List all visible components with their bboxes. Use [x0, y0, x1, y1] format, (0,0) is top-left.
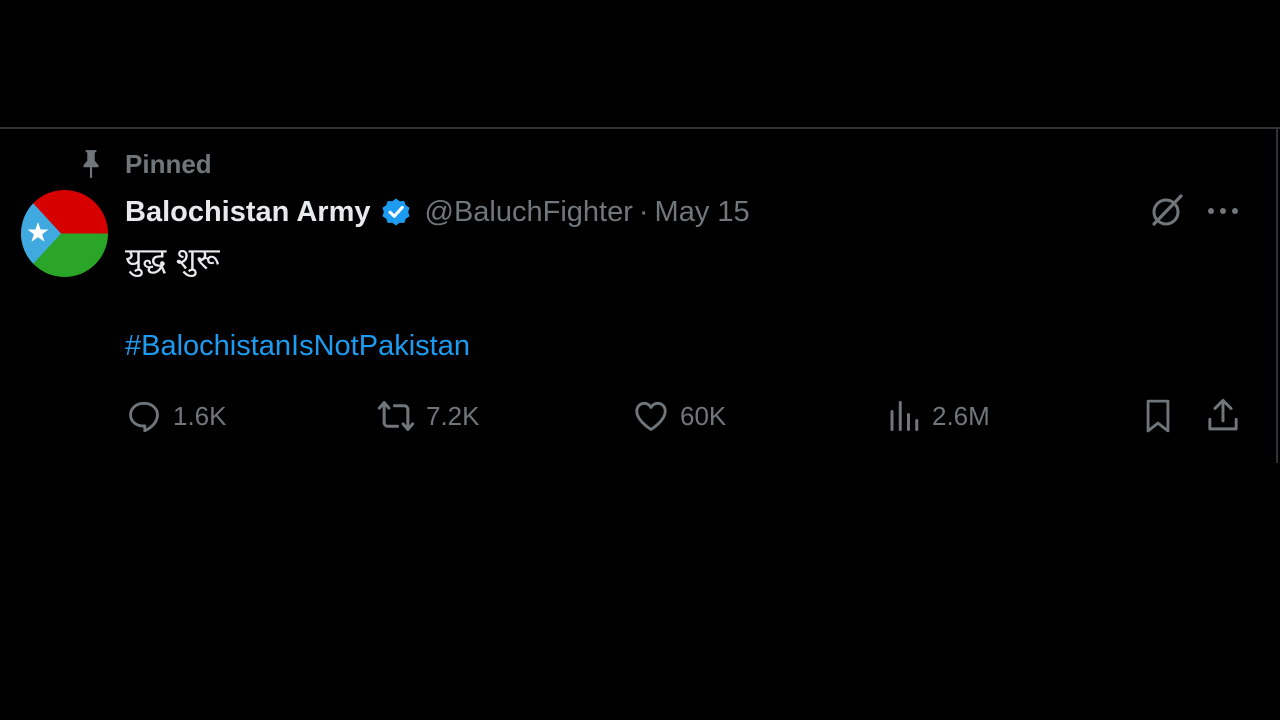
views-button[interactable]: 2.6M: [886, 396, 990, 436]
avatar[interactable]: [21, 190, 108, 277]
like-icon: [635, 401, 667, 431]
reply-icon: [129, 401, 159, 433]
repost-icon: [377, 401, 415, 431]
pinned-label: Pinned: [125, 149, 212, 179]
reply-count: 1.6K: [173, 401, 227, 431]
like-count: 60K: [680, 401, 727, 431]
verified-badge-icon[interactable]: [379, 195, 413, 229]
tweet-date[interactable]: May 15: [655, 194, 750, 230]
repost-count: 7.2K: [426, 401, 480, 431]
more-icon[interactable]: [1204, 198, 1242, 224]
author-handle[interactable]: @BaluchFighter: [425, 194, 633, 230]
grok-icon[interactable]: [1148, 192, 1186, 230]
author-display-name[interactable]: Balochistan Army: [125, 194, 371, 230]
reply-button[interactable]: 1.6K: [125, 396, 227, 436]
pin-icon: [83, 150, 99, 178]
timeline-border: [1276, 128, 1278, 463]
views-icon: [890, 401, 919, 431]
repost-button[interactable]: 7.2K: [376, 396, 480, 436]
bookmark-icon[interactable]: [1141, 397, 1175, 435]
separator-dot: ·: [638, 196, 649, 228]
share-icon[interactable]: [1205, 396, 1241, 434]
tweet-text: युद्ध शुरू: [125, 242, 220, 277]
views-count: 2.6M: [932, 401, 990, 431]
tweet-header: Balochistan Army @BaluchFighter · May 15: [125, 194, 750, 230]
flag-image: [21, 190, 108, 277]
hashtag-link[interactable]: #BalochistanIsNotPakistan: [125, 326, 470, 366]
like-button[interactable]: 60K: [632, 396, 726, 436]
